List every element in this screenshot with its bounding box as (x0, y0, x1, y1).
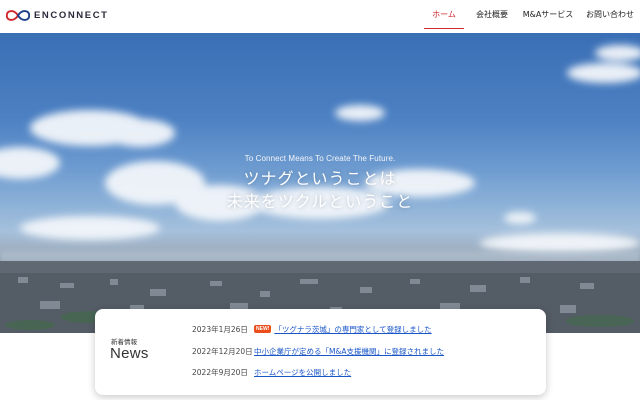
nav-home-label: ホーム (432, 9, 456, 19)
nav-home[interactable]: ホーム (424, 0, 464, 29)
news-item: 2022年9月20日 ホームページを公開しました (192, 366, 351, 378)
hero-title-line-1: ツナグということは (243, 169, 397, 188)
clouds (0, 45, 640, 253)
hero-subtitle: To Connect Means To Create The Future. (244, 154, 396, 163)
news-link[interactable]: ホームページを公開しました (254, 367, 351, 378)
news-heading: News (110, 345, 149, 362)
news-link[interactable]: 「ツグナラ茨城」の専門家として登録しました (274, 324, 431, 335)
new-badge: NEW! (254, 325, 272, 333)
infinity-logo-icon (6, 10, 30, 21)
nav-company-label: 会社概要 (476, 9, 508, 19)
news-date: 2022年12月20日 (192, 346, 253, 356)
brand-name: ENCONNECT (34, 10, 109, 21)
hero-title: ツナグということは 未来をツクルということ (0, 167, 640, 213)
nav-ma-service-label: M&Aサービス (522, 9, 574, 19)
news-date: 2022年9月20日 (192, 367, 248, 377)
hero-title-line-2: 未来をツクルということ (226, 192, 414, 211)
news-item: 2022年12月20日 中小企業庁が定める「M&A支援機関」に登録されました (192, 345, 444, 357)
nav-contact-label: お問い合わせ (586, 9, 634, 19)
news-card: 新着情報 News 2023年1月26日 NEW! 「ツグナラ茨城」の専門家とし… (95, 309, 546, 395)
main-nav: ホーム 会社概要 M&Aサービス お問い合わせ (424, 0, 636, 33)
hero-banner: To Connect Means To Create The Future. ツ… (0, 33, 640, 333)
news-link[interactable]: 中小企業庁が定める「M&A支援機関」に登録されました (254, 346, 444, 357)
news-date: 2023年1月26日 (192, 324, 248, 334)
news-item: 2023年1月26日 NEW! 「ツグナラ茨城」の専門家として登録しました (192, 323, 432, 335)
nav-contact[interactable]: お問い合わせ (584, 0, 636, 28)
site-header: ENCONNECT ホーム 会社概要 M&Aサービス お問い合わせ (0, 0, 640, 33)
brand-logo[interactable]: ENCONNECT (6, 10, 109, 21)
nav-ma-service[interactable]: M&Aサービス (521, 0, 575, 28)
nav-company[interactable]: 会社概要 (473, 0, 511, 28)
